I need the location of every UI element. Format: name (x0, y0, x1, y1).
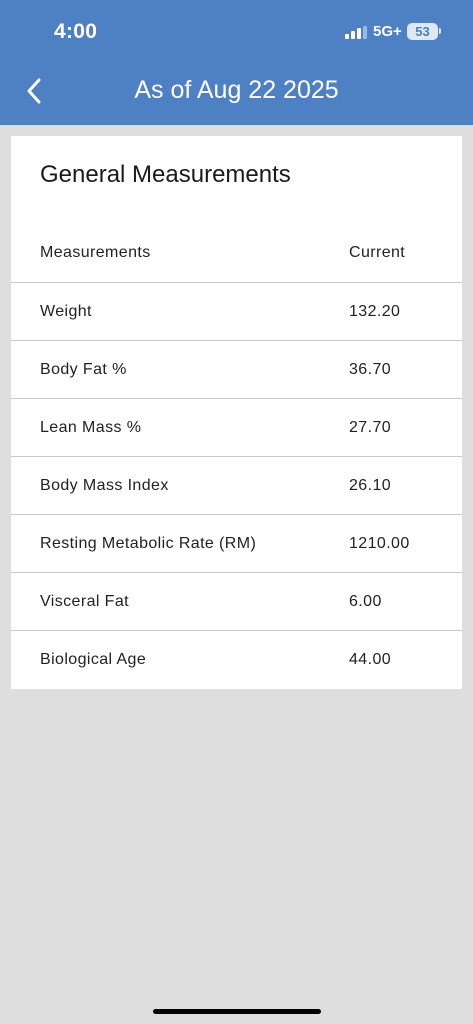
status-bar: 4:00 5G+ 53 (0, 0, 473, 62)
signal-icon (345, 26, 367, 39)
app-header: 4:00 5G+ 53 As of Aug 22 2025 (0, 0, 473, 125)
measurement-name: Biological Age (40, 650, 147, 668)
table-row: Visceral Fat 6.00 (11, 572, 462, 630)
chevron-left-icon (27, 78, 41, 104)
measurements-card: General Measurements Measurements Curren… (11, 136, 462, 689)
home-indicator (153, 1009, 321, 1014)
card-title: General Measurements (40, 161, 291, 188)
column-header-current: Current (349, 244, 406, 261)
measurement-name: Lean Mass % (40, 418, 142, 436)
table-header: Measurements Current (11, 224, 462, 282)
measurement-value: 44.00 (349, 650, 392, 668)
measurement-value: 36.70 (349, 360, 392, 378)
measurement-name: Visceral Fat (40, 592, 129, 610)
column-header-measurements: Measurements (40, 244, 151, 261)
measurement-name: Resting Metabolic Rate (RM) (40, 534, 257, 552)
measurement-value: 132.20 (349, 302, 401, 320)
measurement-name: Body Mass Index (40, 476, 169, 494)
measurement-value: 26.10 (349, 476, 392, 494)
status-time: 4:00 (54, 20, 98, 43)
page-title: As of Aug 22 2025 (134, 76, 339, 104)
measurement-name: Weight (40, 302, 92, 320)
table-row: Resting Metabolic Rate (RM) 1210.00 (11, 514, 462, 572)
table-row: Body Mass Index 26.10 (11, 456, 462, 514)
measurement-value: 6.00 (349, 592, 382, 610)
table-row: Body Fat % 36.70 (11, 340, 462, 398)
battery-icon: 53 (407, 23, 438, 40)
table-row: Lean Mass % 27.70 (11, 398, 462, 456)
measurement-name: Body Fat % (40, 360, 127, 378)
measurement-value: 27.70 (349, 418, 392, 436)
table-row: Weight 132.20 (11, 282, 462, 340)
back-button[interactable] (16, 72, 52, 110)
network-type: 5G+ (373, 23, 402, 40)
battery-nub (439, 28, 441, 34)
table-row: Biological Age 44.00 (11, 630, 462, 688)
measurement-value: 1210.00 (349, 534, 410, 552)
